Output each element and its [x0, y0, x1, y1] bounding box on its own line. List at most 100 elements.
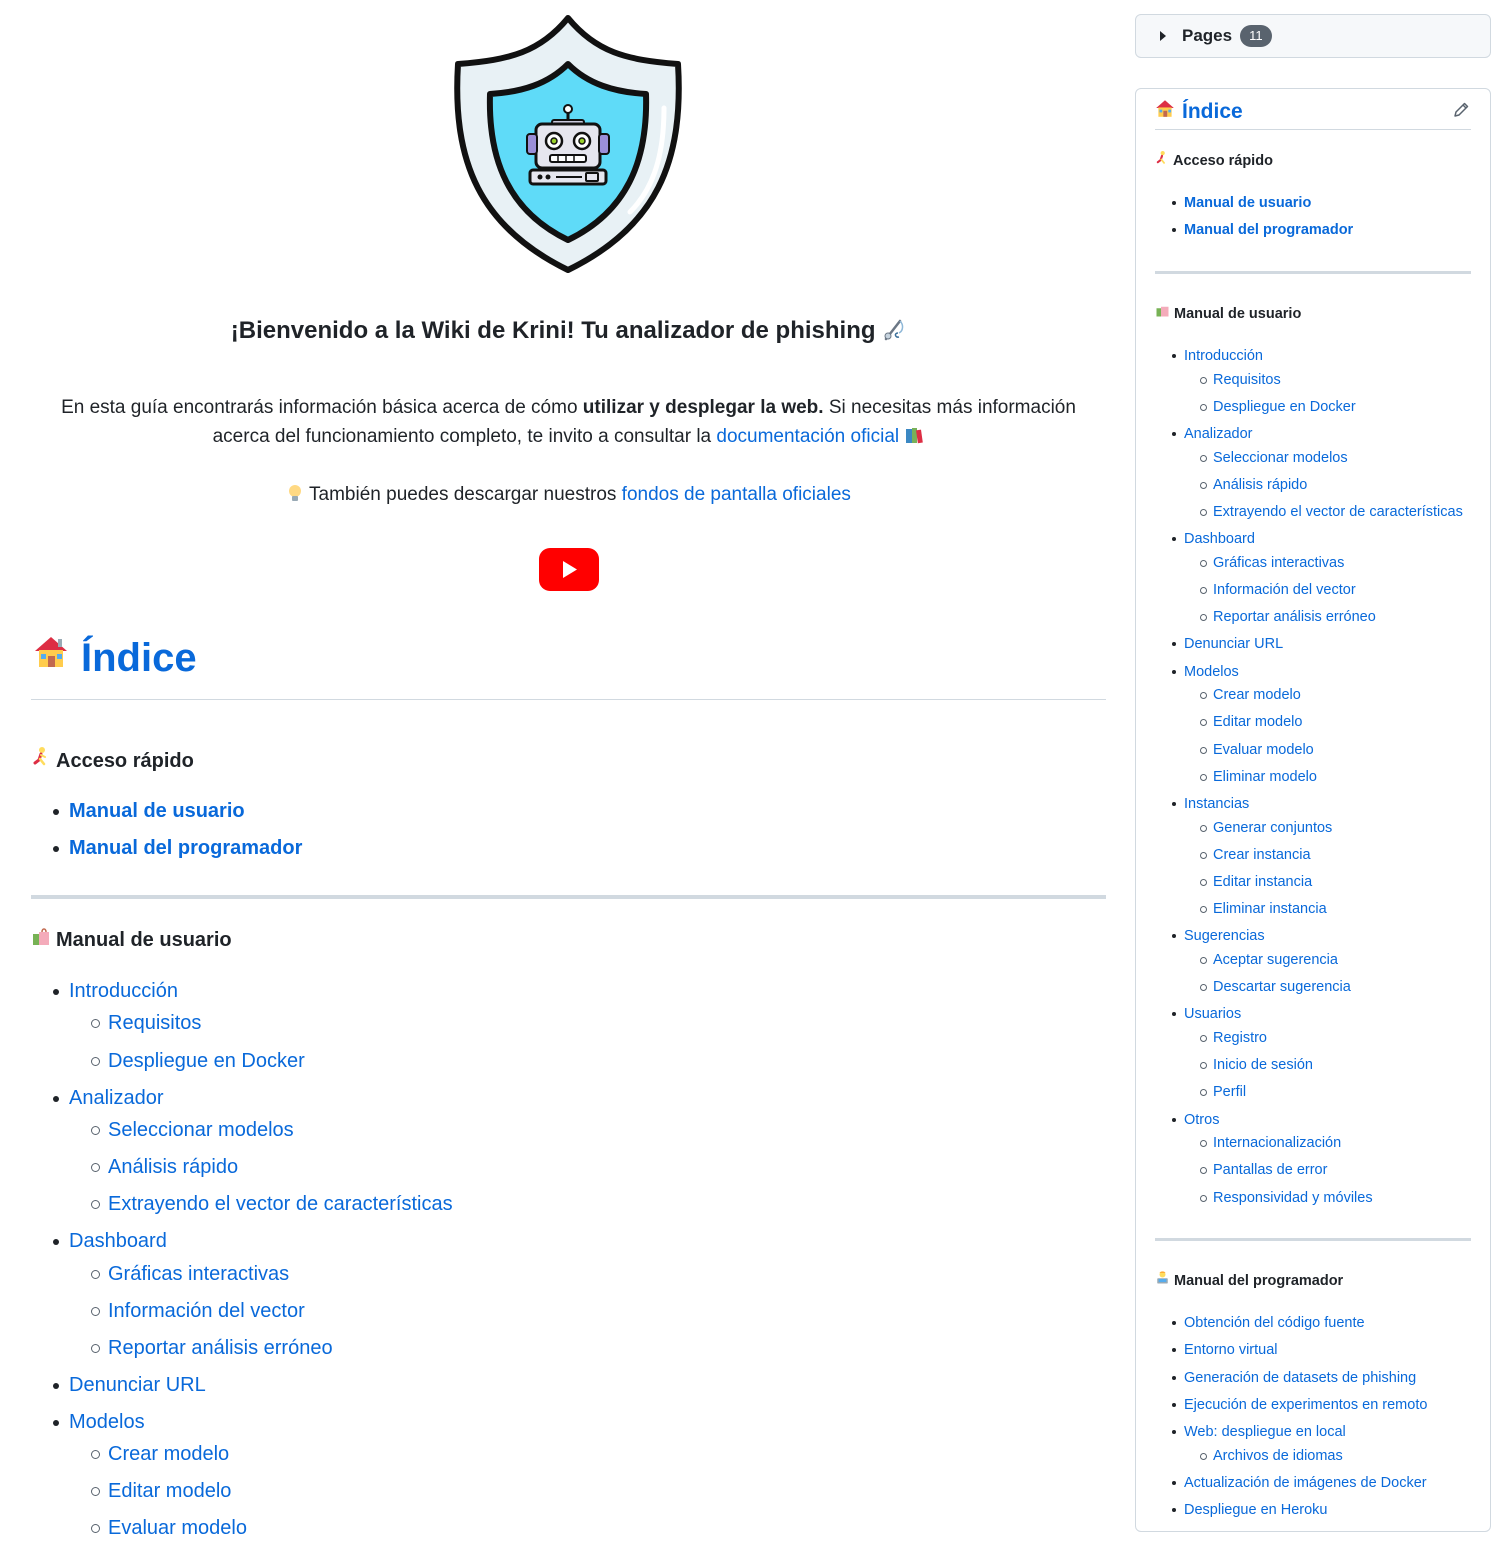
- list-item: Denunciar URL: [53, 1370, 206, 1400]
- link-introduccion[interactable]: Introducción: [69, 980, 178, 1003]
- quick-link-user-manual[interactable]: Manual de usuario: [69, 800, 245, 823]
- link-denunciar-url[interactable]: Denunciar URL: [69, 1374, 206, 1397]
- sidebar-link-modelos[interactable]: Modelos: [1184, 664, 1239, 680]
- sidebar-link-despliegue-local[interactable]: Web: despliegue en local: [1184, 1424, 1346, 1440]
- sidebar-quick-dev-manual[interactable]: Manual del programador: [1184, 222, 1353, 238]
- link-evaluar-modelo[interactable]: Evaluar modelo: [108, 1517, 247, 1540]
- user-manual-heading: Manual de usuario: [31, 926, 232, 954]
- sidebar-link-sugerencias[interactable]: Sugerencias: [1184, 928, 1265, 944]
- sidebar-link-experimentos-remoto[interactable]: Ejecución de experimentos en remoto: [1184, 1397, 1427, 1413]
- sidebar-link-entorno-virtual[interactable]: Entorno virtual: [1184, 1342, 1278, 1358]
- sidebar-link-seleccionar-modelos[interactable]: Seleccionar modelos: [1213, 450, 1348, 466]
- sidebar-user-manual-title: Manual de usuario: [1174, 305, 1302, 322]
- list-item: Perfil: [1199, 1081, 1246, 1103]
- list-item: Gráficas interactivas: [90, 1259, 289, 1289]
- sidebar-index-link[interactable]: Índice: [1182, 98, 1243, 126]
- sidebar-index-heading: Índice: [1154, 97, 1243, 126]
- intro-bold-text: utilizar y desplegar la web.: [582, 397, 824, 418]
- pages-toggle[interactable]: Pages 11: [1135, 14, 1491, 58]
- heading-divider: [31, 699, 1106, 700]
- sidebar-link-introduccion[interactable]: Introducción: [1184, 348, 1263, 364]
- sidebar-link-internacionalizacion[interactable]: Internacionalización: [1213, 1135, 1341, 1151]
- quick-link-dev-manual[interactable]: Manual del programador: [69, 837, 302, 860]
- wallpapers-text: También puedes descargar nuestros: [309, 484, 622, 505]
- list-item: Aceptar sugerencia: [1200, 949, 1338, 971]
- list-item: Análisis rápido: [1199, 474, 1307, 496]
- sidebar-quick-user-manual[interactable]: Manual de usuario: [1184, 195, 1311, 211]
- link-despliegue-docker[interactable]: Despliegue en Docker: [108, 1050, 305, 1073]
- sidebar-link-extrayendo-vector[interactable]: Extrayendo el vector de características: [1213, 504, 1463, 520]
- list-item: Eliminar modelo: [1200, 766, 1317, 788]
- intro-paragraph: En esta guía encontrarás información bás…: [31, 393, 1106, 451]
- fishing-pole-icon: [882, 312, 906, 348]
- list-item: Dashboard: [1172, 528, 1255, 550]
- sidebar-link-usuarios[interactable]: Usuarios: [1184, 1006, 1241, 1022]
- list-item: Registro: [1200, 1027, 1267, 1049]
- link-analisis-rapido[interactable]: Análisis rápido: [108, 1156, 238, 1179]
- sidebar-link-eliminar-modelo[interactable]: Eliminar modelo: [1213, 769, 1317, 785]
- sidebar-dev-manual-heading: Manual del programador: [1155, 1270, 1343, 1291]
- sidebar-section-divider: [1155, 271, 1471, 274]
- list-item: Actualización de imágenes de Docker: [1172, 1472, 1427, 1494]
- list-item: Eliminar instancia: [1200, 898, 1327, 920]
- sidebar-link-info-vector[interactable]: Información del vector: [1213, 582, 1356, 598]
- sidebar-link-inicio-sesion[interactable]: Inicio de sesión: [1213, 1057, 1313, 1073]
- sidebar-link-datasets-phishing[interactable]: Generación de datasets de phishing: [1184, 1370, 1416, 1386]
- sidebar-link-reportar[interactable]: Reportar análisis erróneo: [1213, 609, 1376, 625]
- list-item: Manual del programador: [1171, 219, 1353, 241]
- sidebar-link-imagenes-docker[interactable]: Actualización de imágenes de Docker: [1184, 1475, 1427, 1491]
- sidebar-link-otros[interactable]: Otros: [1184, 1112, 1219, 1128]
- sidebar-link-despliegue-docker[interactable]: Despliegue en Docker: [1213, 399, 1356, 415]
- sidebar-link-evaluar-modelo[interactable]: Evaluar modelo: [1213, 742, 1314, 758]
- sidebar-user-manual-heading: Manual de usuario: [1155, 303, 1301, 324]
- sidebar-link-instancias[interactable]: Instancias: [1184, 796, 1249, 812]
- link-modelos[interactable]: Modelos: [69, 1411, 145, 1434]
- sidebar-link-perfil[interactable]: Perfil: [1213, 1084, 1246, 1100]
- link-informacion-vector[interactable]: Información del vector: [108, 1300, 305, 1323]
- sidebar-link-denunciar-url[interactable]: Denunciar URL: [1184, 636, 1283, 652]
- sidebar-link-graficas[interactable]: Gráficas interactivas: [1213, 555, 1344, 571]
- link-graficas-interactivas[interactable]: Gráficas interactivas: [108, 1263, 289, 1286]
- sidebar-link-generar-conjuntos[interactable]: Generar conjuntos: [1213, 820, 1332, 836]
- sidebar-link-editar-instancia[interactable]: Editar instancia: [1213, 874, 1312, 890]
- link-analizador[interactable]: Analizador: [69, 1087, 164, 1110]
- link-seleccionar-modelos[interactable]: Seleccionar modelos: [108, 1119, 294, 1142]
- youtube-play-icon[interactable]: [539, 548, 599, 591]
- sidebar-link-analizador[interactable]: Analizador: [1184, 426, 1253, 442]
- link-dashboard[interactable]: Dashboard: [69, 1230, 167, 1253]
- sidebar-link-responsividad[interactable]: Responsividad y móviles: [1213, 1190, 1373, 1206]
- list-item: Editar modelo: [1199, 711, 1302, 733]
- sidebar-link-editar-modelo[interactable]: Editar modelo: [1213, 714, 1302, 730]
- official-docs-link[interactable]: documentación oficial: [716, 426, 899, 447]
- sidebar-link-registro[interactable]: Registro: [1213, 1030, 1267, 1046]
- sidebar-link-archivos-idiomas[interactable]: Archivos de idiomas: [1213, 1448, 1343, 1464]
- sidebar-link-codigo-fuente[interactable]: Obtención del código fuente: [1184, 1315, 1365, 1331]
- list-item: Pantallas de error: [1199, 1159, 1327, 1181]
- sidebar-link-crear-instancia[interactable]: Crear instancia: [1213, 847, 1311, 863]
- list-item: Requisitos: [1200, 369, 1281, 391]
- list-item: Inicio de sesión: [1200, 1054, 1313, 1076]
- link-reportar-analisis[interactable]: Reportar análisis erróneo: [108, 1337, 333, 1360]
- list-item: Reportar análisis erróneo: [91, 1333, 333, 1363]
- wallpapers-link[interactable]: fondos de pantalla oficiales: [622, 484, 851, 505]
- sidebar-link-descartar-sugerencia[interactable]: Descartar sugerencia: [1213, 979, 1351, 995]
- sidebar-link-analisis-rapido[interactable]: Análisis rápido: [1213, 477, 1307, 493]
- index-link[interactable]: Índice: [81, 630, 197, 686]
- list-item: Crear instancia: [1200, 844, 1311, 866]
- sidebar-link-requisitos[interactable]: Requisitos: [1213, 372, 1281, 388]
- sidebar-link-aceptar-sugerencia[interactable]: Aceptar sugerencia: [1213, 952, 1338, 968]
- sidebar-link-eliminar-instancia[interactable]: Eliminar instancia: [1213, 901, 1327, 917]
- link-crear-modelo[interactable]: Crear modelo: [108, 1443, 229, 1466]
- sidebar-link-crear-modelo[interactable]: Crear modelo: [1213, 687, 1301, 703]
- sidebar-link-pantallas-error[interactable]: Pantallas de error: [1213, 1162, 1327, 1178]
- sidebar-link-dashboard[interactable]: Dashboard: [1184, 531, 1255, 547]
- list-item: Internacionalización: [1199, 1132, 1341, 1154]
- link-requisitos[interactable]: Requisitos: [108, 1012, 201, 1035]
- list-item: Generación de datasets de phishing: [1171, 1367, 1416, 1389]
- list-item: Evaluar modelo: [91, 1513, 247, 1543]
- edit-pencil-icon[interactable]: [1452, 101, 1470, 119]
- sidebar-link-despliegue-heroku[interactable]: Despliegue en Heroku: [1184, 1502, 1327, 1518]
- sidebar-dev-manual-title: Manual del programador: [1174, 1272, 1344, 1289]
- link-extrayendo-vector[interactable]: Extrayendo el vector de características: [108, 1193, 453, 1216]
- link-editar-modelo[interactable]: Editar modelo: [108, 1480, 231, 1503]
